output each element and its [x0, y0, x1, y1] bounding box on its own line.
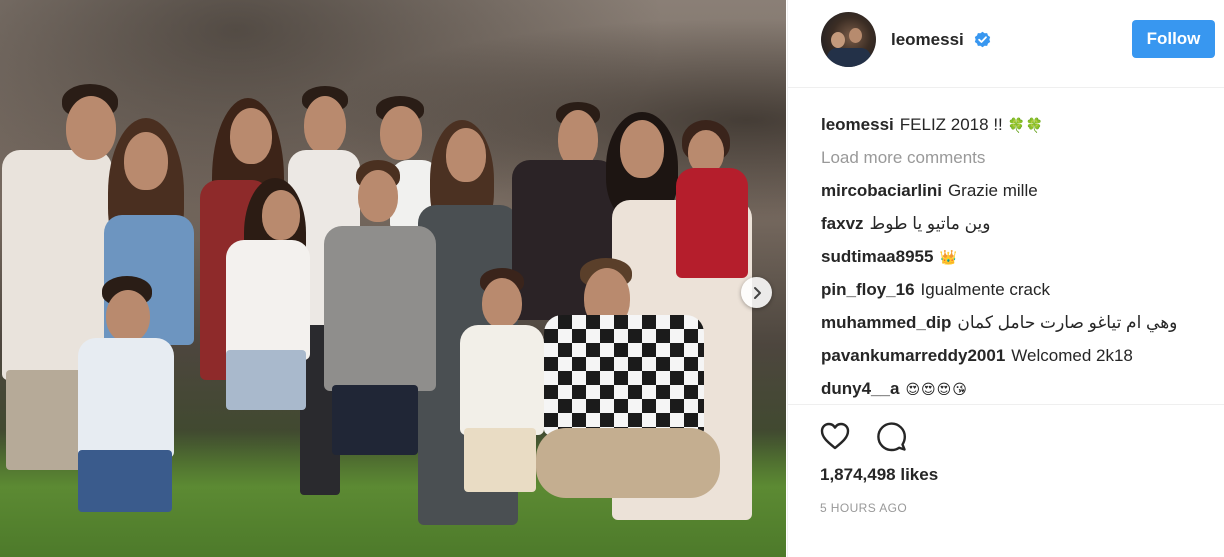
caption-username[interactable]: leomessi [821, 115, 894, 134]
likes-count[interactable]: 1,874,498 likes [820, 465, 938, 485]
comment-username[interactable]: muhammed_dip [821, 313, 951, 332]
heart-icon [820, 422, 850, 450]
comment-username[interactable]: faxvz [821, 214, 864, 233]
comment-username[interactable]: sudtimaa8955 [821, 247, 933, 266]
chevron-right-icon [753, 286, 761, 299]
comment-item: mircobaciarlini Grazie mille [821, 174, 1221, 207]
comments-list: leomessi FELIZ 2018 !! 🍀🍀 Load more comme… [821, 108, 1221, 405]
comment-text: 👑 [939, 249, 958, 265]
comment-username[interactable]: mircobaciarlini [821, 181, 942, 200]
caption-text: FELIZ 2018 !! [899, 115, 1003, 134]
verified-badge-icon [974, 31, 991, 48]
comment-username[interactable]: pavankumarreddy2001 [821, 346, 1005, 365]
comment-username[interactable]: pin_floy_16 [821, 280, 915, 299]
comment-text: Igualmente crack [920, 280, 1050, 299]
post-header: leomessi Follow [788, 0, 1224, 88]
comment-item: pin_floy_16 Igualmente crack [821, 273, 1221, 306]
comment-item: sudtimaa8955 👑 [821, 240, 1221, 273]
load-more-comments-button[interactable]: Load more comments [821, 141, 1221, 174]
comment-button[interactable] [874, 419, 908, 453]
comment-item: muhammed_dip وهي ام تياغو صارت حامل كمان [821, 306, 1221, 339]
comment-bubble-icon [877, 422, 906, 452]
header-username[interactable]: leomessi [891, 30, 964, 50]
comment-text: Welcomed 2k18 [1011, 346, 1133, 365]
caption-emoji: 🍀🍀 [1007, 117, 1045, 133]
comment-username[interactable]: duny4__a [821, 379, 899, 398]
comment-item: pavankumarreddy2001 Welcomed 2k18 [821, 339, 1221, 372]
comment-text: Grazie mille [947, 181, 1038, 200]
like-button[interactable] [818, 419, 852, 453]
post-timestamp[interactable]: 5 HOURS AGO [820, 501, 907, 515]
comment-item: faxvz وين ماتيو يا طوط [821, 207, 1221, 240]
follow-button[interactable]: Follow [1132, 20, 1215, 58]
post-photo[interactable] [0, 0, 786, 557]
comment-text: وهي ام تياغو صارت حامل كمان [957, 313, 1178, 332]
comment-text: 😍😍😍😘 [905, 381, 968, 397]
avatar[interactable] [821, 12, 876, 67]
comment-text: وين ماتيو يا طوط [869, 214, 991, 233]
next-photo-button[interactable] [741, 277, 772, 308]
photo-person [0, 0, 786, 557]
caption: leomessi FELIZ 2018 !! 🍀🍀 [821, 108, 1221, 141]
post-actions: 1,874,498 likes 5 HOURS AGO [787, 404, 1224, 557]
comment-item: duny4__a 😍😍😍😘 [821, 372, 1221, 405]
